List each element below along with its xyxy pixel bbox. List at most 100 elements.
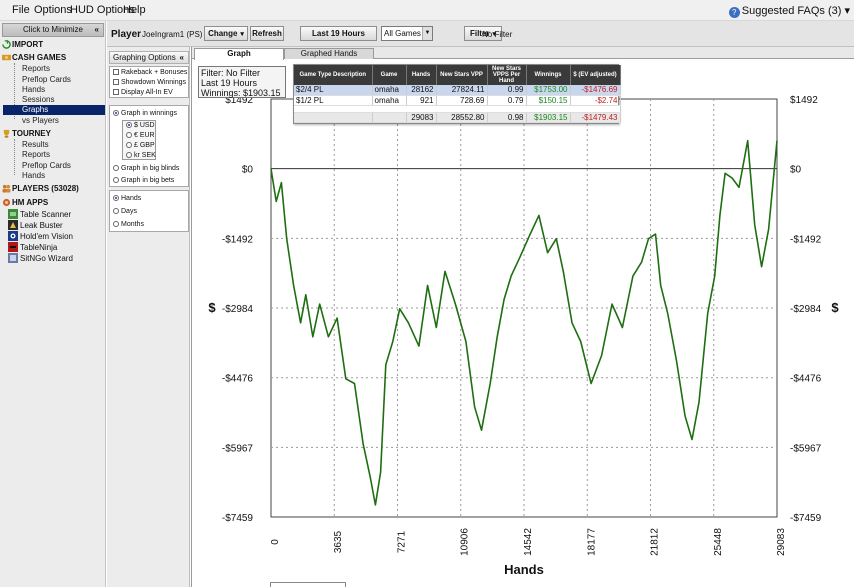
y-tick-label-right: -$1492 — [790, 234, 822, 245]
nav-tourney-preflop-cards[interactable]: Preflop Cards — [22, 161, 71, 170]
allin-ev-checkbox[interactable]: Display All-In EV — [113, 89, 173, 96]
nav-import[interactable]: IMPORT — [2, 40, 44, 49]
trophy-icon — [3, 129, 10, 138]
table-row[interactable]: $1/2 PL omaha 921 728.69 0.79 $150.15 -$… — [294, 95, 621, 106]
checkbox-box — [113, 79, 119, 85]
radio-dot — [113, 110, 119, 116]
app-holdem-vision[interactable]: Hold'em Vision — [8, 231, 73, 241]
cash-icon — [2, 54, 11, 61]
summary-table: Game Type Description Game Hands New Sta… — [293, 64, 621, 124]
column-header[interactable]: Game Type Description — [294, 65, 373, 85]
x-tick-label: 10906 — [460, 528, 471, 556]
column-header[interactable]: $ (EV adjusted) — [570, 65, 621, 85]
nav-players[interactable]: PLAYERS (53028) — [2, 184, 79, 193]
table-cell: 28552.80 — [436, 112, 488, 123]
app-table-scanner-label: Table Scanner — [20, 210, 72, 219]
app-holdem-vision-label: Hold'em Vision — [20, 232, 73, 241]
x-tick-label: 0 — [270, 539, 281, 545]
date-range-button[interactable]: Last 19 Hours — [300, 26, 377, 41]
collapse-left-icon: « — [94, 25, 99, 34]
nav-tourney-results[interactable]: Results — [22, 140, 49, 149]
nav-cash-hands[interactable]: Hands — [22, 85, 45, 94]
column-header[interactable]: Winnings — [526, 65, 571, 85]
table-cell: $2/4 PL — [294, 85, 373, 96]
nav-tourney-hands[interactable]: Hands — [22, 171, 45, 180]
column-header[interactable]: Game — [372, 65, 407, 85]
nav-cash-vs-players[interactable]: vs Players — [22, 116, 59, 125]
menu-bar: File Options HUD Options Help ? Suggested… — [0, 0, 854, 21]
nav-cash-sessions[interactable]: Sessions — [22, 95, 54, 104]
xaxis-months-radio[interactable]: Months — [113, 221, 144, 228]
y-tick-label-right: $1492 — [790, 95, 818, 106]
minimize-button[interactable]: Click to Minimize « — [2, 23, 104, 37]
x-tick-label: 29083 — [776, 528, 787, 556]
xaxis-days-label: Days — [121, 208, 137, 215]
xaxis-days-radio[interactable]: Days — [113, 208, 137, 215]
table-cell: $1/2 PL — [294, 95, 373, 106]
nav-tourney[interactable]: TOURNEY — [3, 129, 51, 138]
table-cell: -$1476.69 — [570, 85, 621, 96]
table-cell: 29083 — [406, 112, 437, 123]
winnings-chart: $1492 $1492$0 $0-$1492 -$1492-$2984 -$2984-$… — [208, 95, 839, 577]
rakeback-label: Rakeback + Bonuses — [121, 69, 188, 76]
change-label: Change — [208, 29, 238, 38]
table-cell — [294, 112, 373, 123]
nav-cash-graphs[interactable]: Graphs — [3, 105, 105, 115]
table-total-row: 29083 28552.80 0.98 $1903.15 -$1479.43 — [294, 112, 621, 123]
suggested-faqs-link[interactable]: ? Suggested FAQs (3) ▾ — [728, 4, 850, 18]
currency-sek-radio[interactable]: kr SEK — [126, 152, 156, 159]
column-header[interactable]: New Stars VPPS Per Hand — [487, 65, 527, 85]
bottom-tab[interactable] — [270, 582, 346, 587]
app-leak-buster[interactable]: Leak Buster — [8, 220, 63, 230]
column-header[interactable]: Hands — [406, 65, 437, 85]
graph-big-blinds-radio[interactable]: Graph in big blinds — [113, 165, 179, 172]
graphing-options-header[interactable]: Graphing Options « — [109, 51, 189, 64]
radio-dot — [113, 221, 119, 227]
nav-cash-games[interactable]: CASH GAMES — [2, 53, 66, 62]
nav-import-label: IMPORT — [12, 40, 44, 49]
y-tick-label-left: -$7459 — [222, 513, 254, 524]
games-select[interactable]: All Games ▼ — [381, 26, 433, 41]
nav-cash-reports[interactable]: Reports — [22, 64, 50, 73]
currency-gbp-label: £ GBP — [134, 142, 155, 149]
rakeback-checkbox[interactable]: Rakeback + Bonuses — [113, 69, 187, 76]
xaxis-hands-radio[interactable]: Hands — [113, 195, 141, 202]
menu-file[interactable]: File — [12, 4, 30, 16]
table-cell: -$1479.43 — [570, 112, 621, 123]
radio-dot — [126, 122, 132, 128]
graph-area: Graph Graphed Hands $1492 $1492 $0 $0 -$1492… — [191, 47, 854, 587]
radio-dot — [113, 195, 119, 201]
tableninja-icon — [8, 242, 18, 252]
leak-buster-icon — [8, 220, 18, 230]
menu-options[interactable]: Options — [34, 4, 72, 16]
column-header[interactable]: New Stars VPP — [436, 65, 488, 85]
table-cell: 28162 — [406, 85, 437, 96]
nav-hm-apps[interactable]: HM APPS — [2, 198, 48, 207]
graphing-options-title: Graphing Options — [113, 53, 176, 62]
app-table-scanner[interactable]: Table Scanner — [8, 209, 72, 219]
currency-eur-radio[interactable]: € EUR — [126, 132, 155, 139]
sitngo-wizard-icon — [8, 253, 18, 263]
graph-big-bets-radio[interactable]: Graph in big bets — [113, 177, 174, 184]
table-cell: $1753.00 — [526, 85, 571, 96]
nav-cash-preflop-cards[interactable]: Preflop Cards — [22, 75, 71, 84]
currency-gbp-radio[interactable]: £ GBP — [126, 142, 155, 149]
y-tick-label-left: -$5967 — [222, 443, 254, 454]
y-tick-label-right: $0 — [790, 165, 802, 176]
currency-usd-radio[interactable]: $ USD — [126, 122, 155, 129]
graph-big-blinds-label: Graph in big blinds — [121, 165, 180, 172]
graph-in-winnings-radio[interactable]: Graph in winnings — [113, 110, 177, 117]
nav-tourney-reports[interactable]: Reports — [22, 150, 50, 159]
app-sitngo-wizard[interactable]: SitNGo Wizard — [8, 253, 73, 263]
x-tick-label: 21812 — [649, 528, 660, 556]
x-tick-label: 14542 — [523, 528, 534, 556]
change-button[interactable]: Change ▾ — [204, 26, 248, 41]
table-row[interactable]: $2/4 PL omaha 28162 27824.11 0.99 $1753.… — [294, 85, 621, 96]
app-tableninja[interactable]: TableNinja — [8, 242, 57, 252]
filter-info-line: Filter: No Filter — [201, 68, 261, 78]
showdown-checkbox[interactable]: Showdown Winnings — [113, 79, 186, 86]
refresh-button[interactable]: Refresh — [250, 26, 284, 41]
summary-header-row: Game Type Description Game Hands New Sta… — [294, 65, 621, 85]
menu-help[interactable]: Help — [123, 4, 146, 16]
tab-graphed-hands[interactable]: Graphed Hands — [284, 48, 374, 59]
